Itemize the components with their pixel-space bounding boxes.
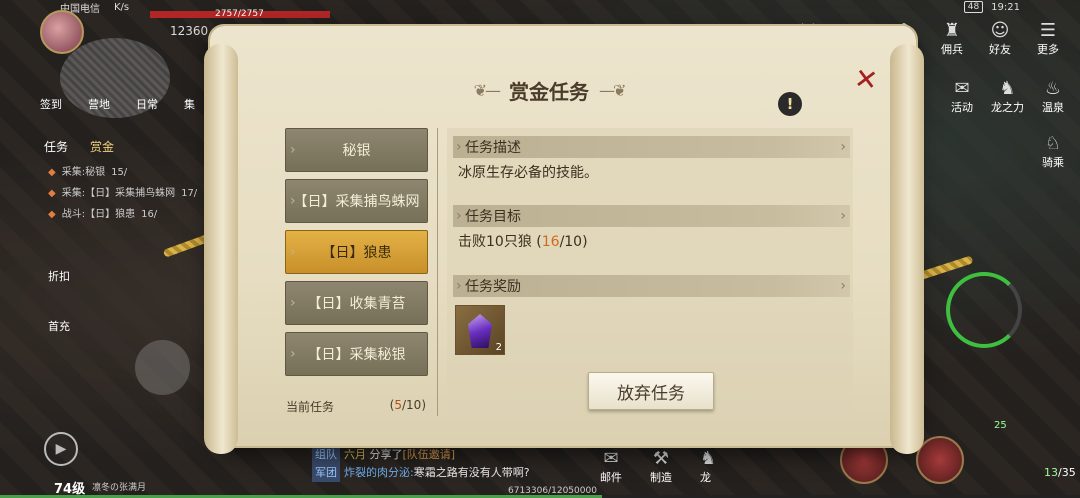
ornament-left-icon: ❦— [473,80,501,100]
mercenary-button[interactable]: ♜ 佣兵 [936,20,968,57]
bottom-menu: ✉ 邮件 ⚒ 制造 ♞ 龙 [600,448,716,485]
task-item-mithril[interactable]: 秘银 [285,128,428,172]
current-task-count: (5/10) [389,398,426,412]
task-item-spider-web[interactable]: 【日】采集捕鸟蛛网 [285,179,428,223]
gather-button[interactable]: 集 [184,96,195,112]
chat-line: 军团 炸裂的肉分泌:寒霜之路有没有人带啊? [312,464,530,482]
friends-button[interactable]: ☺ 好友 [984,20,1016,57]
mercenary-icon: ♜ [943,20,961,41]
hot-spring-icon: ♨ [1044,78,1062,99]
list-item[interactable]: ◆ 采集:秘银 15/ [48,162,197,183]
camp-button[interactable]: 营地 [88,96,110,112]
skill-count: 13/35 [1044,466,1076,479]
attack-skill-ring[interactable] [946,272,1022,348]
team-invite-link[interactable]: [队伍邀请] [403,448,456,461]
dragon-icon: ♞ [999,78,1016,99]
sign-in-button[interactable]: 签到 [40,96,62,112]
chat-panel[interactable]: 组队 六月 分享了[队伍邀请] 军团 炸裂的肉分泌:寒霜之路有没有人带啊? [312,446,530,482]
clock: 19:21 [991,1,1020,13]
task-list: 秘银 【日】采集捕鸟蛛网 【日】狼患 【日】收集青苔 【日】采集秘银 [285,128,430,383]
craft-button[interactable]: ⚒ 制造 [650,448,672,485]
list-item[interactable]: ◆ 采集:【日】采集捕鸟蛛网 17/ [48,183,197,204]
task-item-moss[interactable]: 【日】收集青苔 [285,281,428,325]
left-hud-icons: 签到 营地 日常 集 [40,96,195,112]
skill-button-2[interactable] [916,436,964,484]
current-task-counter: 当前任务 (5/10) [286,398,426,415]
task-item-wolf[interactable]: 【日】狼患 [285,230,428,274]
goal-header: 任务目标 [453,205,850,227]
skill-level: 25 [994,420,1007,431]
chat-sender[interactable]: 炸裂的肉分泌: [344,466,414,479]
right-menu: ✉ 活动 ♞ 龙之力 ♨ 温泉 ♘ 骑乘 [951,78,1064,170]
quest-tabs: 任务 赏金 [44,138,114,155]
abandon-task-button[interactable]: 放弃任务 [588,372,714,410]
network-speed: K/s [114,1,130,13]
current-task-label: 当前任务 [286,400,335,414]
close-icon[interactable]: ✕ [850,62,882,98]
dialog-title-banner: ❦— 赏金任务 —❦ [442,70,656,110]
panel-divider [437,128,438,416]
currency-gold: 12360 [170,24,209,38]
reward-slot[interactable]: 2 [455,305,505,355]
description-header: 任务描述 [453,136,850,158]
goal-text: 击败10只狼 (16/10) [458,234,588,250]
dragon-icon: ♞ [700,448,717,469]
player-name: 凛冬の张满月 [92,483,147,493]
scroll-curl-right [890,44,924,454]
reward-count: 2 [495,342,502,353]
task-item-gather-mithril[interactable]: 【日】采集秘银 [285,332,428,376]
chat-channel-tag: 军团 [312,464,340,482]
chat-sender[interactable]: 六月 [344,448,366,461]
quest-tracker: ◆ 采集:秘银 15/ ◆ 采集:【日】采集捕鸟蛛网 17/ ◆ 战斗:【日】狼患 16/ [48,162,197,225]
event-icon: ✉ [954,78,970,99]
mail-button[interactable]: ✉ 邮件 [600,448,622,485]
first-recharge-button[interactable]: 首充 [44,318,74,334]
reward-header: 任务奖励 [453,275,850,297]
mount-button[interactable]: ♘ 骑乘 [1042,133,1064,170]
scroll-curl-left [204,44,238,454]
hp-text: 2757/2757 [215,9,264,19]
more-button[interactable]: ☰ 更多 [1032,20,1064,57]
movement-joystick[interactable] [135,340,190,395]
quest-bullet-icon: ◆ [48,167,56,178]
play-icon[interactable]: ▶ [44,432,78,466]
mount-icon: ♘ [1044,133,1062,154]
info-icon[interactable]: ! [778,92,802,116]
dragon-button[interactable]: ♞ 龙 [700,448,716,485]
chat-channel-tag: 组队 [312,446,340,464]
event-button[interactable]: ✉ 活动 [951,78,973,115]
friends-icon: ☺ [990,20,1010,41]
discount-button[interactable]: 折扣 [44,268,74,284]
purple-crystal-icon [468,314,492,348]
tab-quest[interactable]: 任务 [44,138,68,155]
dialog-title: 赏金任务 [509,79,589,104]
ornament-right-icon: —❦ [599,80,626,100]
tab-bounty[interactable]: 赏金 [90,138,114,155]
quest-bullet-icon: ◆ [48,188,56,199]
battery-icon: 48 [963,1,984,13]
craft-icon: ⚒ [652,448,670,469]
hot-spring-button[interactable]: ♨ 温泉 [1042,78,1064,115]
description-text: 冰原生存必备的技能。 [458,165,598,181]
list-item[interactable]: ◆ 战斗:【日】狼患 16/ [48,204,197,225]
quest-bullet-icon: ◆ [48,209,56,220]
daily-button[interactable]: 日常 [136,96,158,112]
mail-icon: ✉ [603,448,619,469]
more-icon: ☰ [1039,20,1057,41]
chat-line: 组队 六月 分享了[队伍邀请] [312,446,530,464]
dragon-power-button[interactable]: ♞ 龙之力 [991,78,1024,115]
